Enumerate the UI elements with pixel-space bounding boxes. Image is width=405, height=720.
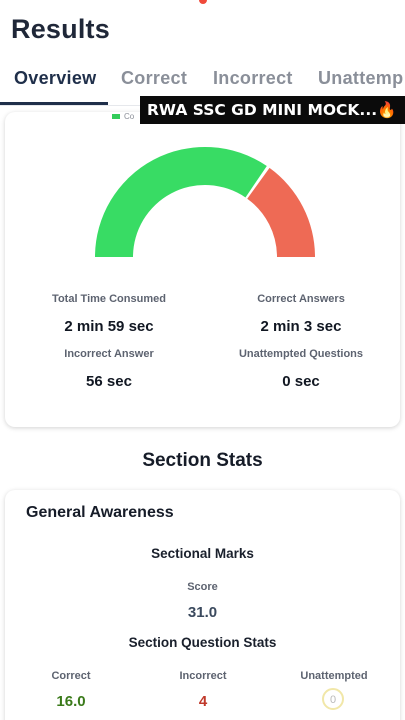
chart-legend: Co [112,112,134,121]
total-time-value: 2 min 59 sec [64,318,154,335]
tab-unattempted[interactable]: Unattemp [318,68,403,89]
correct-label: Correct [51,670,91,682]
incorrect-answer-label: Incorrect Answer [64,348,154,360]
video-title-banner: RWA SSC GD MINI MOCK...🔥 [140,96,405,124]
section-question-stats-heading: Section Question Stats [128,635,277,650]
section-card-general-awareness: General Awareness Sectional Marks Score … [5,490,400,720]
page-title: Results [11,14,110,44]
gauge-arc-incorrect [247,167,315,257]
correct-answers-value: 2 min 3 sec [260,318,342,335]
unattempted-questions-value: 0 sec [282,373,320,390]
incorrect-label: Incorrect [179,670,227,682]
correct-answers-label: Correct Answers [257,293,345,305]
unattempted-label: Unattempted [300,670,368,682]
correct-value: 16.0 [56,693,86,710]
incorrect-value: 4 [198,693,208,710]
gauge-arc-correct [95,147,267,257]
score-value: 31.0 [187,604,218,621]
tab-correct[interactable]: Correct [121,68,187,89]
unattempted-value: 0 [329,694,337,706]
overview-card: Co Total Time Consumed 2 min 59 sec Corr… [5,112,400,427]
legend-label-correct: Co [124,112,135,121]
score-label: Score [187,581,218,593]
notification-dot [199,0,207,4]
unattempted-questions-label: Unattempted Questions [238,348,364,360]
results-gauge-chart [95,147,315,257]
sectional-marks-heading: Sectional Marks [151,546,254,561]
section-stats-heading: Section Stats [142,450,263,471]
legend-swatch-correct [112,114,120,120]
unattempted-badge: 0 [322,688,344,710]
total-time-label: Total Time Consumed [52,293,166,305]
tab-overview[interactable]: Overview [14,68,96,89]
incorrect-answer-value: 56 sec [86,373,132,390]
tab-incorrect[interactable]: Incorrect [213,68,293,89]
section-name: General Awareness [26,504,174,521]
